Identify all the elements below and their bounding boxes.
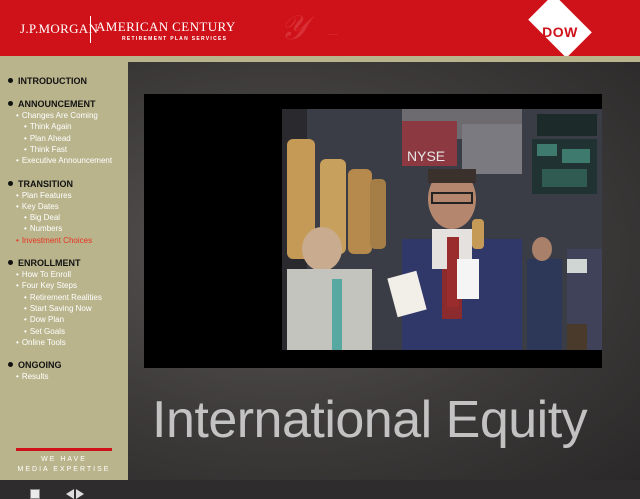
nav-item-label: Key Dates	[21, 201, 59, 211]
nav-item-label: Plan Ahead	[29, 133, 71, 143]
nav-item[interactable]: • Key Dates	[16, 202, 59, 211]
nav-item-label: Executive Announcement	[21, 156, 113, 166]
nav-item-label: Numbers	[29, 224, 63, 234]
sidebar-nav: INTRODUCTION ANNOUNCEMENT • Changes Are Com…	[0, 62, 128, 499]
nav-item[interactable]: • Results	[16, 372, 49, 381]
previous-button[interactable]	[66, 489, 74, 499]
dow-logo: DOW	[528, 0, 592, 58]
bullet-icon: •	[24, 315, 27, 325]
nav-item-label: How To Enroll	[21, 270, 72, 279]
next-button[interactable]	[76, 489, 84, 499]
bullet-icon: •	[16, 270, 19, 279]
nav-section-label: ONGOING	[18, 360, 62, 371]
nav-item[interactable]: • Executive Announcement	[16, 156, 112, 165]
nav-section-introduction[interactable]: INTRODUCTION	[8, 76, 87, 86]
bullet-icon	[8, 180, 13, 186]
nav-item[interactable]: • Dow Plan	[24, 315, 64, 324]
nav-item-label: Changes Are Coming	[21, 111, 98, 120]
nav-section-label: ENROLLMENT	[18, 258, 81, 268]
trading-floor-illustration: NYSE	[282, 109, 602, 350]
bullet-icon: •	[24, 213, 27, 223]
nav-item-label: Plan Features	[21, 190, 72, 200]
nav-item-label: Start Saving Now	[29, 303, 92, 313]
bullet-icon: •	[16, 372, 19, 382]
watermark-logo-icon: 𝒴	[280, 10, 307, 47]
bullet-icon: •	[24, 122, 27, 132]
bullet-icon: •	[16, 281, 19, 291]
nav-item[interactable]: • Think Again	[24, 122, 72, 131]
bullet-icon: •	[24, 224, 27, 234]
nav-item-label: Retirement Realities	[29, 292, 102, 302]
nav-section-transition[interactable]: TRANSITION	[8, 179, 73, 189]
nav-item-label: Think Again	[29, 122, 72, 132]
nav-item-label: Think Fast	[29, 144, 68, 154]
stop-button[interactable]	[30, 489, 40, 499]
bullet-icon: •	[16, 201, 19, 211]
nav-section-announcement[interactable]: ANNOUNCEMENT	[8, 99, 96, 109]
nav-section-label: ANNOUNCEMENT	[18, 99, 96, 109]
bullet-icon: •	[16, 235, 19, 245]
nav-section-label: INTRODUCTION	[18, 76, 87, 86]
nav-item[interactable]: • Numbers	[24, 224, 62, 233]
nav-item[interactable]: • Retirement Realities	[24, 293, 102, 302]
bullet-icon	[8, 260, 13, 266]
slide-title: International Equity	[152, 391, 588, 449]
nav-item[interactable]: • Plan Features	[16, 191, 72, 200]
bullet-icon	[8, 78, 13, 84]
nyse-sign-text: NYSE	[407, 148, 445, 164]
progress-bar	[16, 448, 112, 451]
nav-item[interactable]: • Big Deal	[24, 213, 60, 222]
bullet-icon: •	[16, 156, 19, 166]
nav-section-label: TRANSITION	[18, 178, 73, 189]
bullet-icon: •	[24, 326, 27, 336]
nav-item[interactable]: • Plan Ahead	[24, 134, 71, 143]
nav-item-label: Online Tools	[21, 337, 66, 347]
dow-logo-text: DOW	[542, 24, 578, 40]
bullet-icon: •	[24, 144, 27, 154]
jpmorgan-logo: J.P.MORGAN	[20, 21, 99, 36]
nav-section-ongoing[interactable]: ONGOING	[8, 360, 62, 370]
retirement-plan-services-label: RETIREMENT PLAN SERVICES	[122, 36, 228, 42]
nav-item-label: Four Key Steps	[21, 281, 77, 291]
nav-item-label: Investment Choices	[21, 235, 93, 245]
bullet-icon: •	[16, 190, 19, 200]
bullet-icon	[8, 101, 13, 107]
bullet-icon: •	[24, 292, 27, 302]
bullet-icon	[8, 362, 13, 368]
nav-item[interactable]: • Set Goals	[24, 327, 65, 336]
bullet-icon: •	[16, 337, 19, 347]
nav-item[interactable]: • Investment Choices	[16, 236, 92, 245]
bullet-icon: •	[24, 303, 27, 313]
nav-item[interactable]: • Four Key Steps	[16, 281, 77, 290]
tagline-line-1: WE HAVE	[41, 456, 87, 463]
nav-item[interactable]: • Changes Are Coming	[16, 111, 98, 120]
nav-item-label: Results	[21, 372, 49, 382]
tagline-line-2: MEDIA EXPERTISE	[17, 466, 111, 473]
logo-divider	[90, 16, 91, 43]
trading-floor-photo: NYSE	[282, 109, 602, 350]
header-bar: J.P.MORGAN AMERICAN CENTURY RETIREMENT P…	[0, 0, 640, 62]
nav-item[interactable]: • Start Saving Now	[24, 304, 92, 313]
bullet-icon: •	[16, 111, 19, 120]
nav-item[interactable]: • Think Fast	[24, 145, 67, 154]
nav-item[interactable]: • Online Tools	[16, 338, 66, 347]
nav-item-label: Set Goals	[29, 326, 65, 336]
american-century-logo: AMERICAN CENTURY	[96, 19, 236, 34]
nav-item-label: Big Deal	[29, 213, 61, 223]
watermark-script-icon: —	[328, 28, 338, 40]
nav-item[interactable]: • How To Enroll	[16, 270, 71, 279]
nav-item-label: Dow Plan	[29, 315, 65, 325]
nav-section-enrollment[interactable]: ENROLLMENT	[8, 258, 81, 268]
bullet-icon: •	[24, 133, 27, 143]
